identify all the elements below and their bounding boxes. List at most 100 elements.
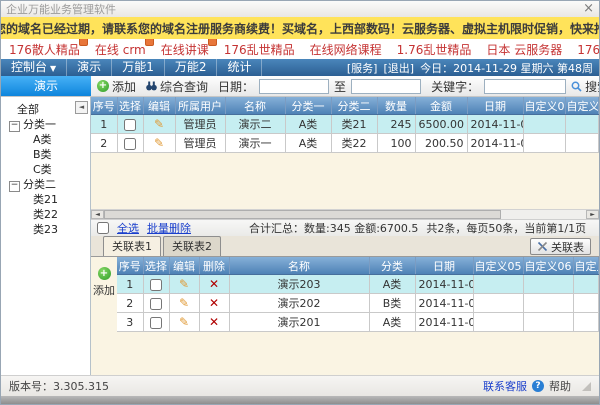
delete-icon[interactable]: ✕ [209,315,219,329]
col-header[interactable]: 分类二 [331,97,377,115]
collapse-sidebar-button[interactable]: ◄ [75,101,88,114]
tab-related-1[interactable]: 关联表1 [103,236,161,256]
nav-link[interactable]: 176散人精品 [9,41,80,58]
tree-group-2[interactable]: −分类二 [1,177,90,192]
cell-custom05 [473,294,523,313]
new-badge-icon [208,39,217,46]
col-header[interactable]: 日期 [415,257,473,275]
cell-select [143,275,169,294]
col-header[interactable]: 编辑 [169,257,199,275]
tab-universal1[interactable]: 万能1 [112,59,165,76]
nav-link-bar: 176散人精品 在线 crm 在线讲课 176乱世精品 在线网络课程 1.76乱… [1,39,599,59]
row-checkbox[interactable] [150,279,162,291]
date-to-label: 至 [334,78,346,95]
tree-group-1[interactable]: −分类一 [1,117,90,132]
scrollbar-thumb[interactable] [104,210,501,219]
domain-expired-banner: 您的域名已经过期，请联系您的域名注册服务商续费！买域名，上西部数码！云服务器、虚… [1,17,599,39]
collapse-node-icon[interactable]: − [9,121,20,132]
advanced-query-button[interactable]: 综合查询 [146,78,208,95]
col-header[interactable]: 名称 [225,97,285,115]
col-header[interactable]: 选择 [143,257,169,275]
tree-item[interactable]: C类 [1,162,90,177]
horizontal-scrollbar[interactable]: ◄ ► [91,209,599,219]
col-header[interactable]: 序号 [91,97,117,115]
nav-link[interactable]: 在线讲课 [161,41,209,58]
delete-icon[interactable]: ✕ [209,277,219,291]
related-table-button[interactable]: 关联表 [530,238,591,255]
service-link[interactable]: [服务] [347,60,378,76]
nav-link[interactable]: 日本 云服务器 [486,41,562,58]
nav-link[interactable]: 1.76乱世精品 [397,41,472,58]
tab-statistics[interactable]: 统计 [217,59,262,76]
col-header[interactable]: 所属用户 [175,97,225,115]
edit-icon[interactable]: ✎ [179,296,189,310]
tree-item[interactable]: A类 [1,132,90,147]
nav-link[interactable]: 在线 crm [95,41,146,58]
help-link[interactable]: 帮助 [549,378,571,394]
col-header[interactable]: 日期 [467,97,523,115]
collapse-node-icon[interactable]: − [9,181,20,192]
help-icon[interactable]: ? [532,380,544,392]
tab-universal2[interactable]: 万能2 [165,59,218,76]
scroll-left-icon[interactable]: ◄ [91,210,104,219]
cell-date: 2014-11-03 [415,313,473,332]
tab-related-2[interactable]: 关联表2 [163,236,221,256]
col-header[interactable]: 选择 [117,97,143,115]
nav-link[interactable]: 176乱世精品 [224,41,295,58]
resize-grip[interactable] [582,382,591,391]
cell-delete: ✕ [199,313,229,332]
row-checkbox[interactable] [150,298,162,310]
col-header[interactable]: 金额 [415,97,467,115]
table-row: 1 ✎ ✕ 演示203 A类 2014-11-03 [117,275,599,294]
col-header[interactable]: 自定义05 [473,257,523,275]
col-header[interactable]: 自定义07 [565,97,599,115]
tree-item[interactable]: 类22 [1,207,90,222]
tree-item[interactable]: 类23 [1,222,90,237]
tree-item[interactable]: 类21 [1,192,90,207]
col-header[interactable]: 序号 [117,257,143,275]
edit-icon[interactable]: ✎ [154,136,164,150]
scroll-right-icon[interactable]: ► [586,210,599,219]
close-icon[interactable]: × [583,3,594,15]
tab-demo[interactable]: 演示 [67,59,112,76]
search-button[interactable]: 搜索 [571,78,599,95]
date-to-input[interactable] [351,79,421,94]
col-header[interactable]: 编辑 [143,97,175,115]
row-checkbox[interactable] [124,138,136,150]
tree-item[interactable]: B类 [1,147,90,162]
row-checkbox[interactable] [124,119,136,131]
today-date-text: 今日：2014-11-29 星期六 第48周 [420,60,593,76]
select-all-checkbox[interactable] [97,222,109,234]
select-all-link[interactable]: 全选 [117,220,139,236]
keyword-input[interactable] [484,79,566,94]
delete-icon[interactable]: ✕ [209,296,219,310]
col-header[interactable]: 分类一 [285,97,331,115]
col-header[interactable]: 删除 [199,257,229,275]
date-from-input[interactable] [259,79,329,94]
related-add-label[interactable]: 添加 [93,282,115,298]
batch-delete-link[interactable]: 批量删除 [147,220,191,236]
nav-link[interactable]: 在线网络课程 [310,41,382,58]
logout-link[interactable]: [退出] [383,60,414,76]
col-header[interactable]: 自定义07 [573,257,599,275]
window-title: 企业万能业务管理软件 [6,1,116,17]
col-header[interactable]: 自定义06 [523,257,573,275]
cell-cat1: A类 [285,115,331,134]
nav-link[interactable]: 176精品 [577,41,599,58]
cell-custom06 [523,313,573,332]
edit-icon[interactable]: ✎ [154,117,164,131]
col-header[interactable]: 分类 [369,257,415,275]
related-panel: 关联表1 关联表2 关联表 + 添加 [91,236,599,378]
tab-console[interactable]: 控制台▼ [1,59,67,77]
chevron-down-icon: ▼ [50,64,56,73]
contact-support-link[interactable]: 联系客服 [483,378,527,394]
col-header[interactable]: 名称 [229,257,369,275]
col-header[interactable]: 自定义06 [523,97,565,115]
date-label: 日期： [218,78,254,95]
col-header[interactable]: 数量 [377,97,415,115]
edit-icon[interactable]: ✎ [179,315,189,329]
row-checkbox[interactable] [150,317,162,329]
edit-icon[interactable]: ✎ [179,277,189,291]
add-button[interactable]: +添加 [97,78,136,95]
add-icon[interactable]: + [98,267,111,280]
